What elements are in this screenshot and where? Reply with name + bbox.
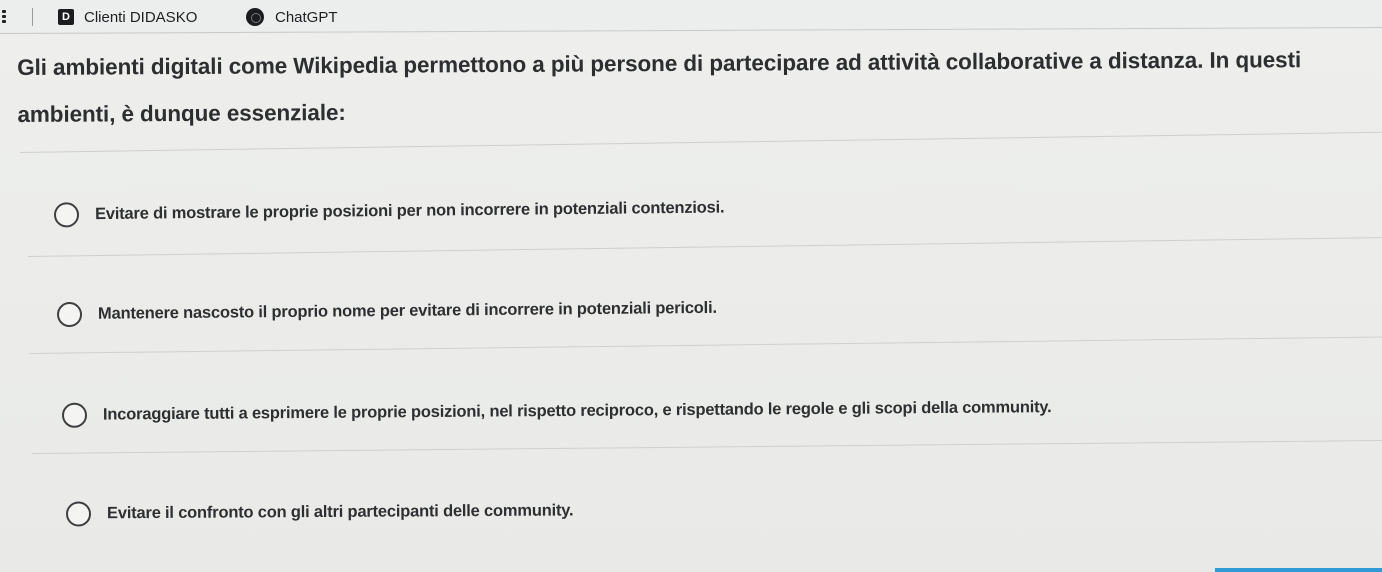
answer-option-4[interactable]: Evitare il confronto con gli altri parte…: [65, 498, 574, 527]
progress-accent-bar: [1215, 568, 1382, 572]
divider: [29, 336, 1382, 354]
answer-option-label: Mantenere nascosto il proprio nome per e…: [97, 298, 717, 323]
question-text: Gli ambienti digitali come Wikipedia per…: [17, 47, 1302, 127]
answer-option-1[interactable]: Evitare di mostrare le proprie posizioni…: [53, 195, 725, 228]
chatgpt-favicon-icon: [246, 8, 264, 26]
answer-option-label: Evitare il confronto con gli altri parte…: [106, 501, 574, 523]
radio-button[interactable]: [53, 202, 80, 228]
radio-button[interactable]: [65, 501, 92, 527]
answer-option-label: Incoraggiare tutti a esprimere le propri…: [102, 398, 1052, 424]
bookmarks-separator: [32, 8, 33, 26]
divider: [31, 440, 1382, 454]
bookmark-chatgpt[interactable]: ChatGPT: [246, 7, 338, 27]
radio-button[interactable]: [61, 402, 88, 428]
bookmark-clienti-didasko[interactable]: D Clienti DIDASKO: [58, 7, 197, 27]
bookmark-label: ChatGPT: [275, 8, 338, 26]
quiz-page: D Clienti DIDASKO ChatGPT Gli ambienti d…: [0, 0, 1382, 572]
answer-option-3[interactable]: Incoraggiare tutti a esprimere le propri…: [61, 395, 1052, 428]
divider: [27, 237, 1382, 257]
radio-button[interactable]: [56, 301, 83, 328]
bookmark-label: Clienti DIDASKO: [84, 8, 198, 26]
answer-option-2[interactable]: Mantenere nascosto il proprio nome per e…: [56, 296, 717, 328]
bookmarks-bar: D Clienti DIDASKO ChatGPT: [0, 0, 1382, 34]
didasko-favicon-icon: D: [58, 9, 74, 25]
answer-option-label: Evitare di mostrare le proprie posizioni…: [94, 198, 725, 224]
menu-icon[interactable]: [2, 10, 8, 24]
